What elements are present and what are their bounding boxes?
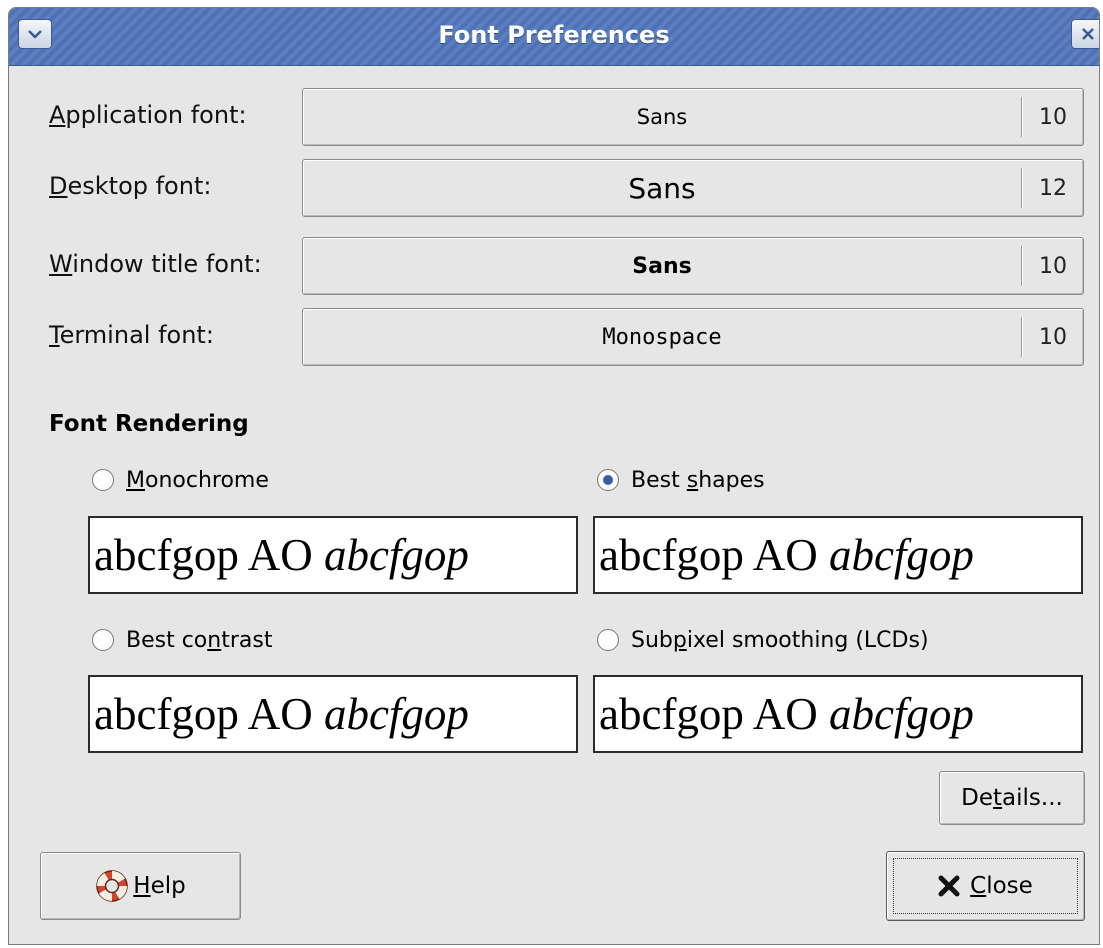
terminal-font-name: Monospace [602, 324, 722, 350]
window-title: Font Preferences [438, 21, 670, 49]
best-shapes-label: Best shapes [631, 467, 765, 493]
radio-dot [603, 475, 613, 485]
window-title-font-button[interactable]: Sans 10 [302, 237, 1084, 295]
dialog-content: Application font: Sans 10 Desktop font: … [9, 66, 1099, 944]
font-rendering-heading: Font Rendering [49, 411, 249, 437]
help-label: Help [133, 873, 186, 899]
window-title-font-size: 10 [1039, 253, 1067, 279]
application-font-button[interactable]: Sans 10 [302, 88, 1084, 146]
window-title-font-name: Sans [632, 253, 692, 279]
desktop-font-label: Desktop font: [49, 172, 212, 200]
separator [1021, 97, 1022, 137]
terminal-font-button[interactable]: Monospace 10 [302, 308, 1084, 366]
monochrome-radio[interactable]: Monochrome [92, 464, 269, 496]
focus-ring: Close [893, 858, 1078, 914]
terminal-font-label: Terminal font: [49, 321, 214, 349]
sample-text: abcfgop AO [599, 530, 829, 580]
sample-text: abcfgop AO [94, 689, 324, 739]
close-icon [1082, 28, 1094, 40]
desktop-font-button[interactable]: Sans 12 [302, 159, 1084, 217]
radio-indicator [92, 469, 114, 491]
font-preferences-window: Font Preferences Application font: Sans … [8, 7, 1100, 945]
terminal-font-size: 10 [1039, 324, 1067, 350]
details-label: Details... [961, 785, 1063, 811]
subpixel-smoothing-radio[interactable]: Subpixel smoothing (LCDs) [597, 624, 929, 656]
x-mark-icon [938, 875, 960, 897]
application-font-row: Application font: Sans 10 [9, 88, 1099, 148]
desktop-font-name: Sans [628, 171, 696, 205]
sample-text: abcfgop AO [599, 689, 829, 739]
window-close-button[interactable] [1071, 19, 1099, 49]
help-button[interactable]: Help [40, 852, 241, 920]
window-title-font-label: Window title font: [49, 250, 262, 278]
monochrome-label: Monochrome [126, 467, 269, 493]
desktop-font-size: 12 [1039, 175, 1067, 201]
best-contrast-preview[interactable]: abcfgop AO abcfgop [88, 675, 578, 753]
close-button[interactable]: Close [886, 851, 1085, 921]
radio-indicator-selected [597, 469, 619, 491]
sample-text-italic: abcfgop [323, 530, 469, 580]
radio-indicator [92, 629, 114, 651]
details-button[interactable]: Details... [939, 771, 1085, 825]
terminal-font-row: Terminal font: Monospace 10 [9, 308, 1099, 368]
radio-indicator [597, 629, 619, 651]
subpixel-smoothing-preview[interactable]: abcfgop AO abcfgop [593, 675, 1083, 753]
sample-text-italic: abcfgop [323, 689, 469, 739]
best-shapes-preview[interactable]: abcfgop AO abcfgop [593, 516, 1083, 594]
close-label: Close [970, 873, 1033, 899]
sample-text-italic: abcfgop [828, 689, 974, 739]
separator [1021, 168, 1022, 208]
separator [1021, 317, 1022, 357]
application-font-name: Sans [636, 105, 688, 129]
monochrome-preview[interactable]: abcfgop AO abcfgop [88, 516, 578, 594]
best-contrast-radio[interactable]: Best contrast [92, 624, 272, 656]
separator [1021, 246, 1022, 286]
title-bar[interactable]: Font Preferences [9, 8, 1099, 66]
sample-text-italic: abcfgop [828, 530, 974, 580]
subpixel-smoothing-label: Subpixel smoothing (LCDs) [631, 627, 929, 653]
best-shapes-radio[interactable]: Best shapes [597, 464, 765, 496]
lifebuoy-icon [96, 870, 129, 902]
window-title-font-row: Window title font: Sans 10 [9, 237, 1099, 297]
application-font-size: 10 [1039, 104, 1067, 130]
application-font-label: Application font: [49, 101, 247, 129]
best-contrast-label: Best contrast [126, 627, 273, 653]
desktop-font-row: Desktop font: Sans 12 [9, 159, 1099, 219]
sample-text: abcfgop AO [94, 530, 324, 580]
